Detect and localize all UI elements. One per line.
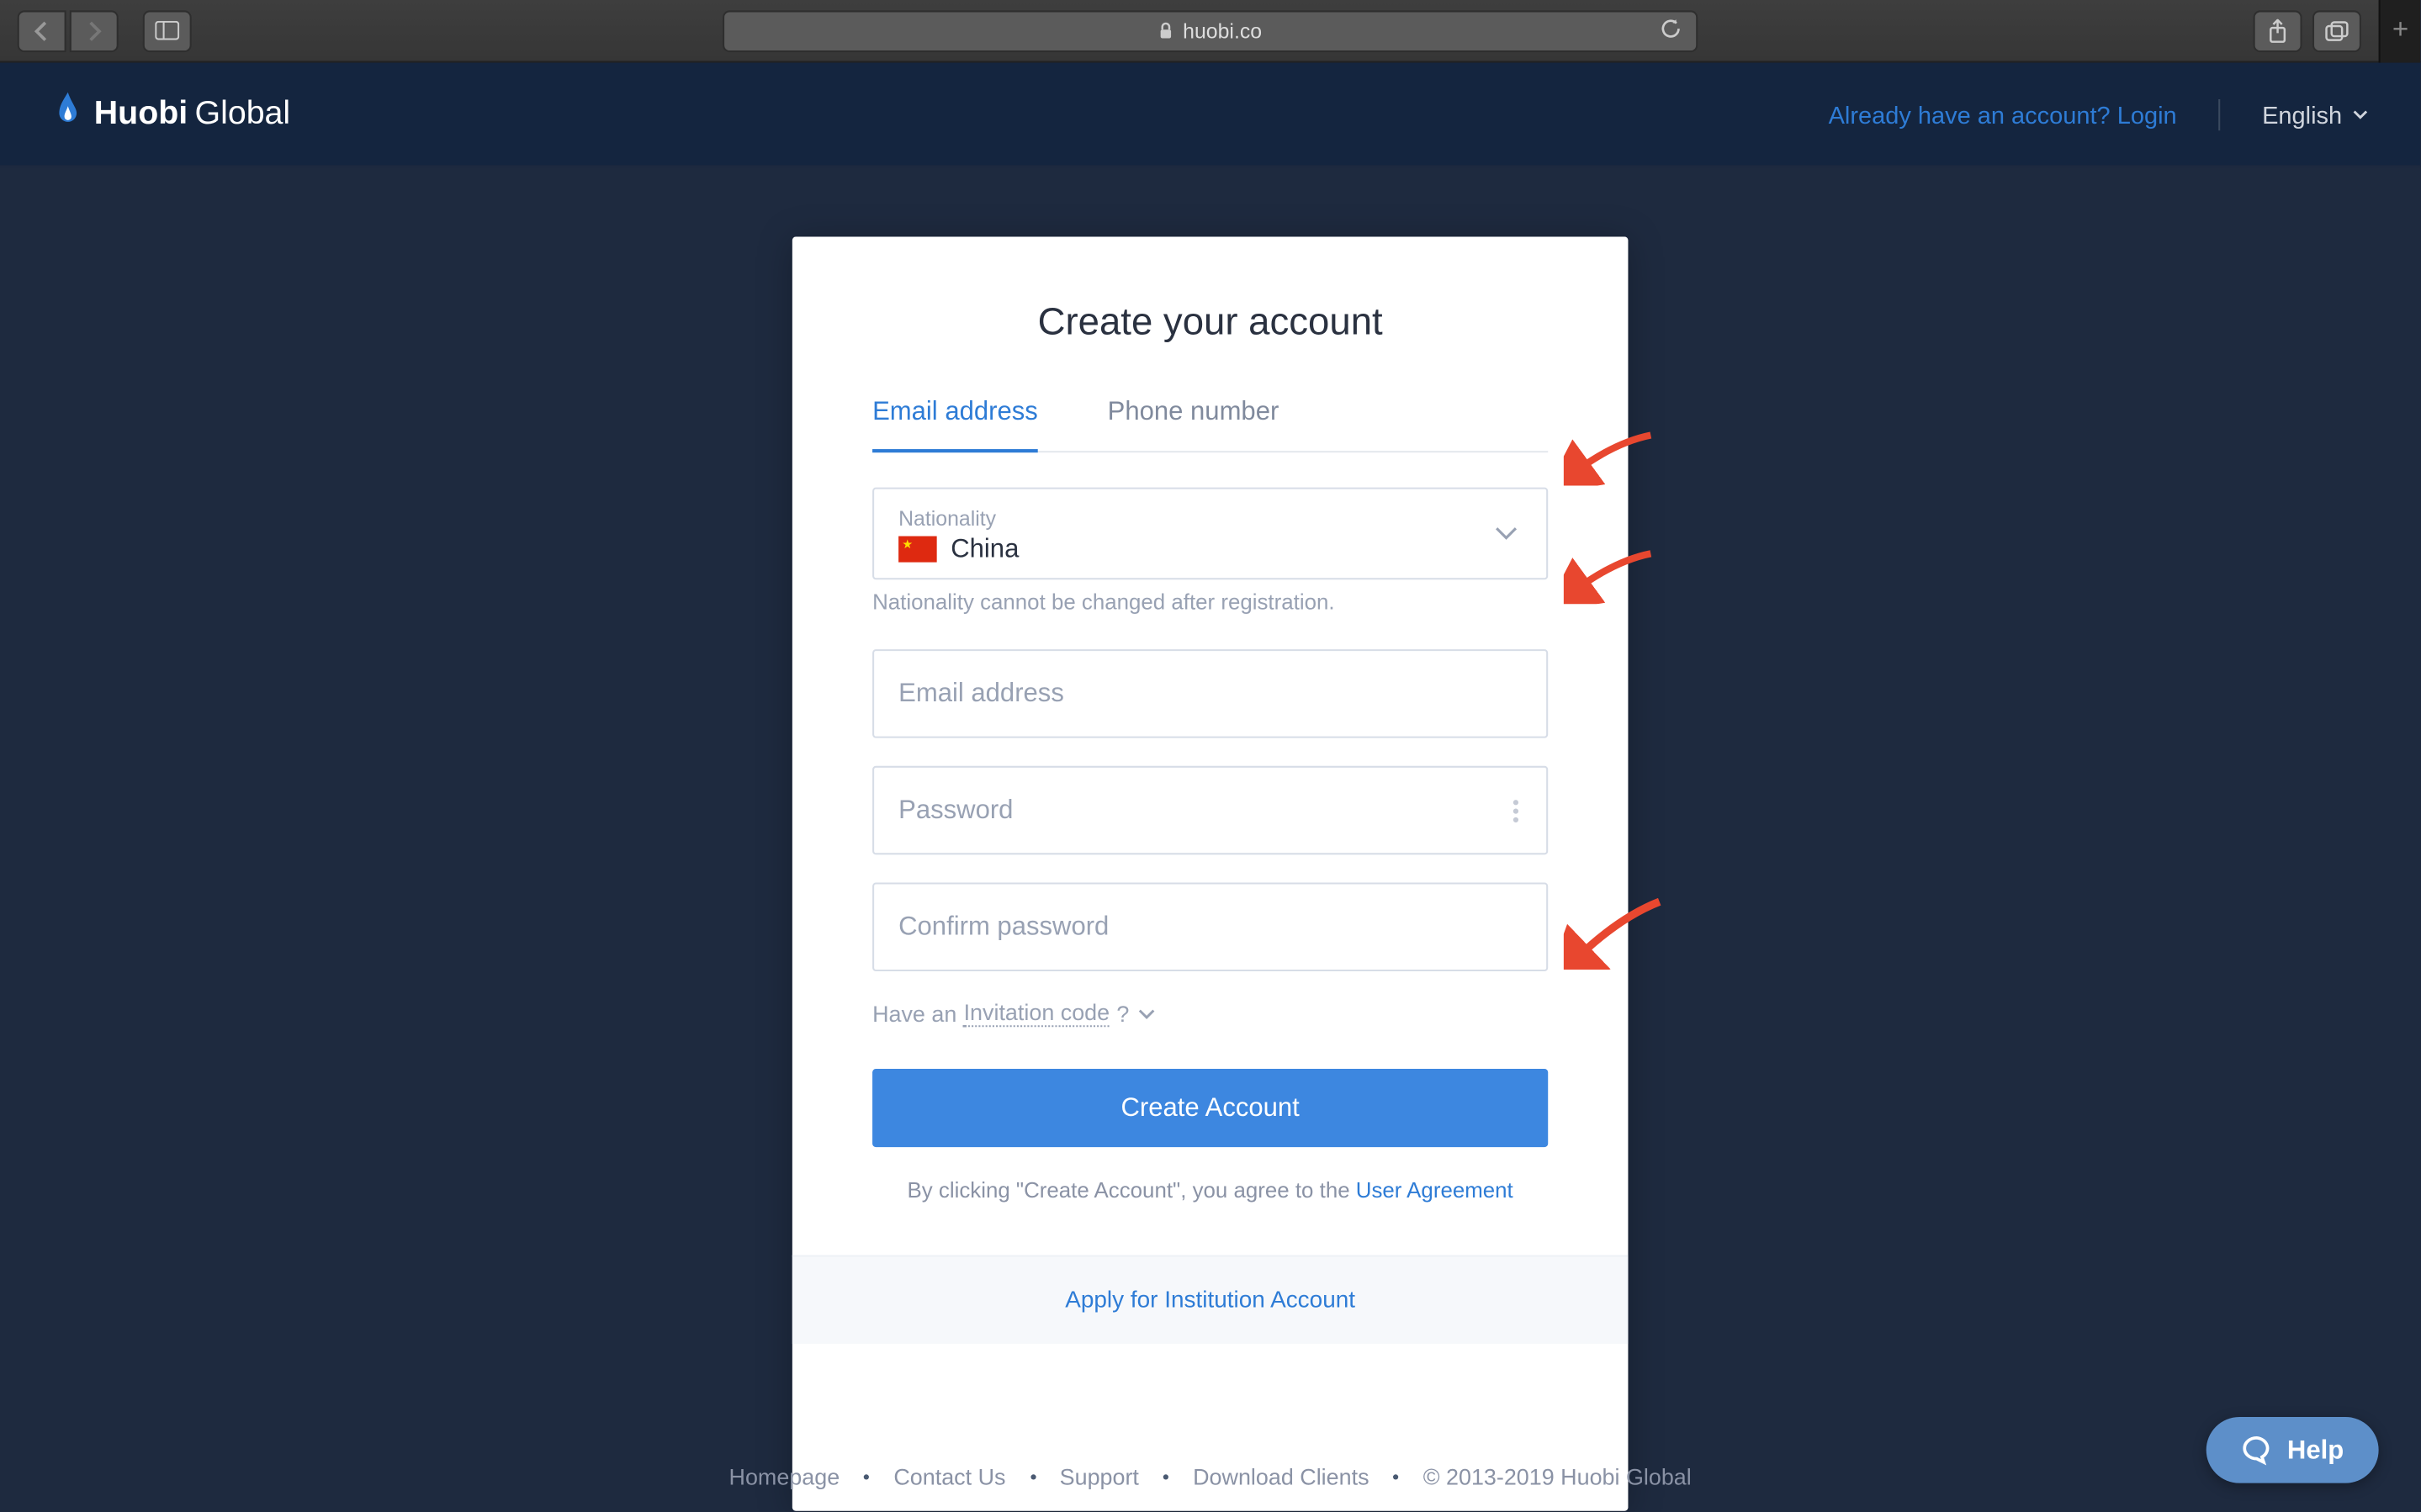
- invitation-code-text: Invitation code: [964, 999, 1110, 1027]
- chevron-down-icon: [2353, 108, 2369, 119]
- logo-suffix: Global: [194, 95, 290, 134]
- nationality-label: Nationality: [898, 506, 1522, 531]
- lock-icon: [1158, 21, 1174, 40]
- create-account-button[interactable]: Create Account: [872, 1069, 1548, 1147]
- help-label: Help: [2287, 1435, 2344, 1465]
- footer-support-link[interactable]: Support: [1060, 1464, 1139, 1490]
- language-selector[interactable]: English: [2262, 100, 2368, 128]
- language-label: English: [2262, 100, 2342, 128]
- nationality-helper: Nationality cannot be changed after regi…: [872, 590, 1548, 615]
- footer-copyright: © 2013-2019 Huobi Global: [1423, 1464, 1692, 1490]
- user-agreement-link[interactable]: User Agreement: [1356, 1178, 1513, 1203]
- agreement-text: By clicking "Create Account", you agree …: [872, 1178, 1548, 1203]
- email-input[interactable]: [874, 651, 1546, 736]
- card-title: Create your account: [872, 299, 1548, 345]
- footer-homepage-link[interactable]: Homepage: [729, 1464, 840, 1490]
- help-widget[interactable]: Help: [2207, 1417, 2379, 1483]
- dot-separator: [864, 1474, 869, 1479]
- address-bar[interactable]: huobi.co: [723, 9, 1698, 51]
- forward-button[interactable]: [70, 9, 119, 51]
- page-footer: Homepage Contact Us Support Download Cli…: [0, 1464, 2420, 1490]
- footer-download-link[interactable]: Download Clients: [1193, 1464, 1369, 1490]
- confirm-password-input[interactable]: [874, 885, 1546, 970]
- nationality-select[interactable]: Nationality China: [872, 488, 1548, 580]
- signup-card: Create your account Email address Phone …: [792, 237, 1629, 1511]
- confirm-password-field-wrapper: [872, 882, 1548, 971]
- password-field-wrapper: [872, 766, 1548, 855]
- sidebar-toggle-button[interactable]: [143, 9, 192, 51]
- agreement-prefix: By clicking "Create Account", you agree …: [908, 1178, 1356, 1203]
- logo-brand: Huobi: [94, 95, 188, 134]
- nationality-value: China: [951, 534, 1019, 563]
- dot-separator: [1030, 1474, 1035, 1479]
- share-button[interactable]: [2254, 9, 2302, 51]
- chat-icon: [2242, 1435, 2273, 1466]
- chevron-down-icon: [1494, 518, 1518, 549]
- tab-email[interactable]: Email address: [872, 397, 1038, 451]
- invitation-toggle[interactable]: Have an Invitation code ?: [872, 999, 1548, 1027]
- invitation-suffix: ?: [1116, 1000, 1129, 1026]
- url-text: huobi.co: [1183, 19, 1262, 43]
- logo[interactable]: Huobi Global: [52, 90, 290, 139]
- back-button[interactable]: [18, 9, 66, 51]
- site-header: Huobi Global Already have an account? Lo…: [0, 63, 2420, 167]
- institution-link[interactable]: Apply for Institution Account: [1065, 1287, 1355, 1313]
- browser-toolbar: huobi.co +: [0, 0, 2420, 63]
- chevron-down-icon: [1136, 1007, 1156, 1018]
- footer-contact-link[interactable]: Contact Us: [893, 1464, 1005, 1490]
- invitation-prefix: Have an: [872, 1000, 956, 1026]
- email-field-wrapper: [872, 649, 1548, 738]
- dot-separator: [1163, 1474, 1168, 1479]
- signup-tabs: Email address Phone number: [872, 397, 1548, 452]
- card-footer: Apply for Institution Account: [792, 1255, 1629, 1344]
- login-link[interactable]: Already have an account? Login: [1829, 100, 2177, 128]
- flag-icon-china: [898, 537, 937, 563]
- new-tab-button[interactable]: +: [2379, 0, 2421, 61]
- dot-separator: [1394, 1474, 1399, 1479]
- divider: [2218, 98, 2220, 130]
- tabs-overview-button[interactable]: [2312, 9, 2361, 51]
- flame-icon: [52, 90, 83, 139]
- main-content: Create your account Email address Phone …: [0, 167, 2420, 1511]
- reload-button[interactable]: [1660, 17, 1682, 45]
- kebab-icon[interactable]: [1513, 799, 1518, 822]
- tab-phone[interactable]: Phone number: [1108, 397, 1279, 451]
- password-input[interactable]: [874, 768, 1546, 853]
